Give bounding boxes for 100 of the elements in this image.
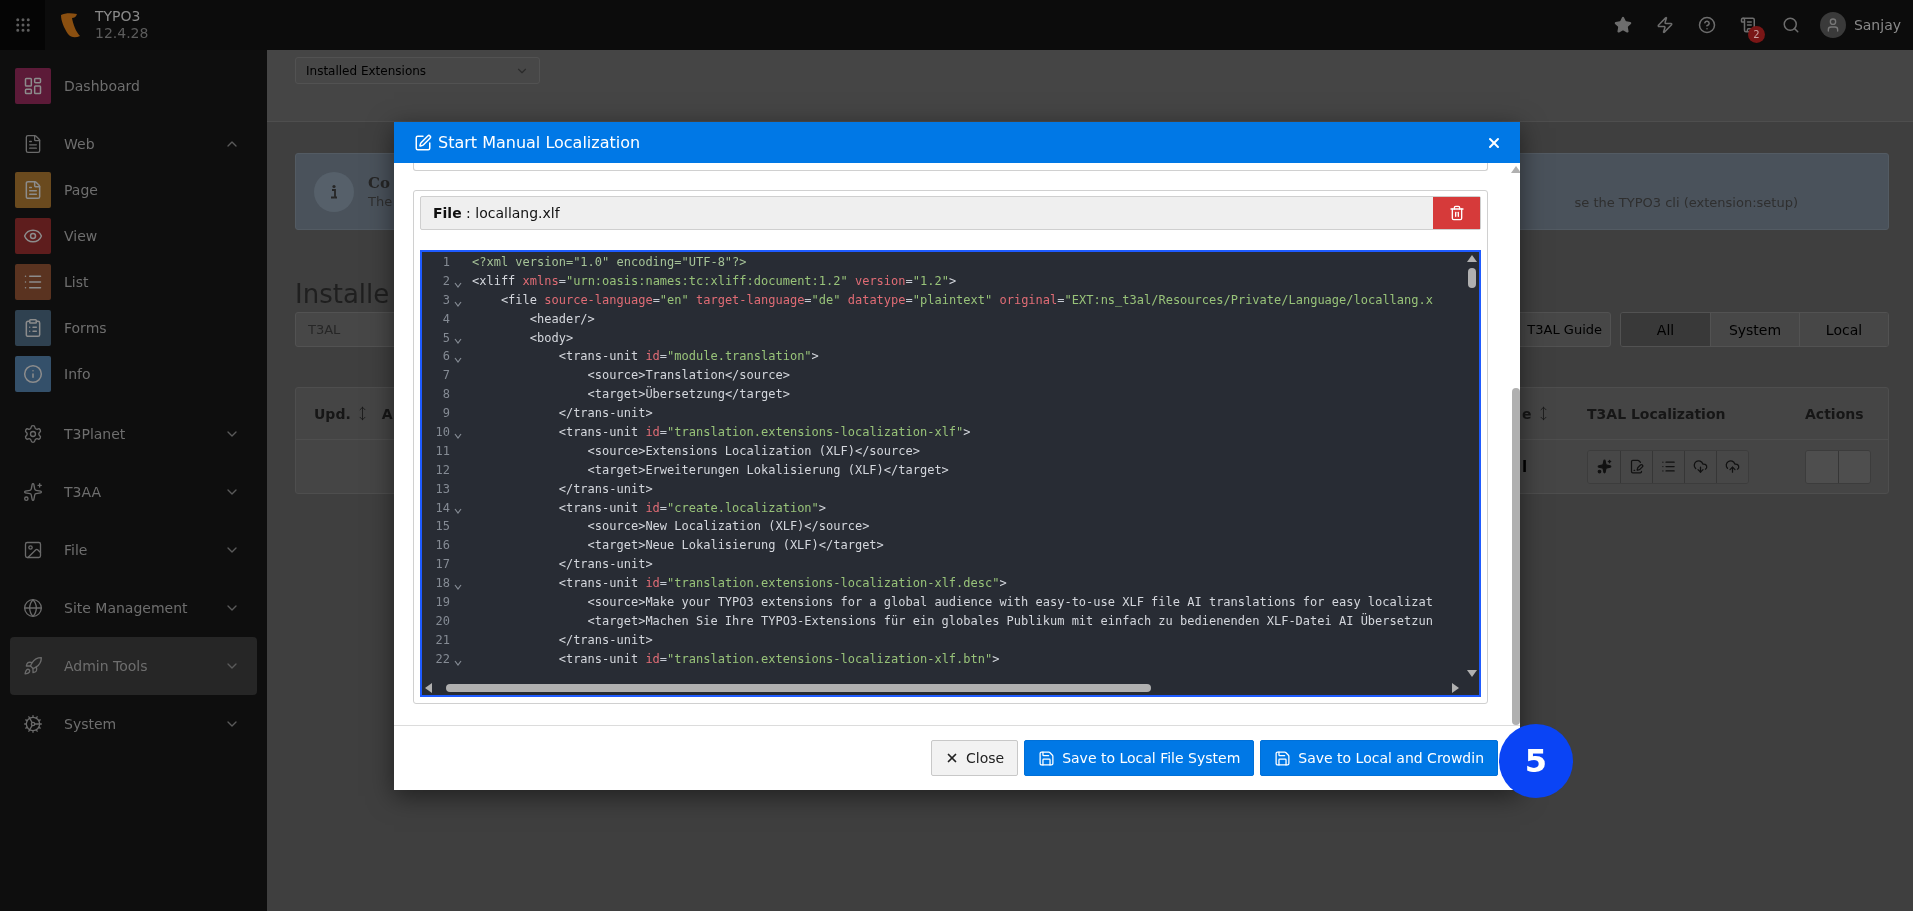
fold-chevron-icon[interactable]	[454, 432, 462, 439]
line-number: 2	[441, 272, 450, 290]
code-line: </trans-unit>	[557, 631, 653, 649]
fold-chevron-icon[interactable]	[454, 584, 462, 591]
sidebar-item[interactable]: Forms	[10, 305, 257, 351]
code-line: <header/>	[528, 310, 595, 328]
code-line: </trans-unit>	[557, 480, 653, 498]
line-number: 8	[441, 386, 450, 404]
code-line: <?xml version="1.0" encoding="UTF-8"?>	[472, 254, 747, 271]
code-line: <source>Translation</source>	[586, 367, 790, 385]
gear-icon	[23, 424, 43, 444]
code-line: <trans-unit id="create.localization">	[557, 499, 827, 517]
info-icon	[314, 171, 354, 212]
line-number: 10	[434, 424, 450, 441]
sidebar-item[interactable]: Dashboard	[10, 57, 257, 115]
code-line: <source>Make your TYPO3 extensions for a global audience with easy-to-use XLF file AI translations for easy localizat	[586, 594, 1433, 612]
globe-icon	[23, 598, 43, 618]
line-number: 20	[434, 612, 450, 630]
system-info-button[interactable]: 2	[1727, 0, 1770, 50]
code-line: <target>Erweiterungen Lokalisierung (XLF)</target>	[586, 461, 949, 479]
filter-tab[interactable]: Local	[1799, 313, 1888, 346]
close-button[interactable]: Close	[931, 740, 1019, 776]
sidebar-item[interactable]: T3Planet	[10, 405, 257, 463]
sidebar-item[interactable]: File	[10, 521, 257, 579]
code-line: <file source-language="en" target-language="de" datatype="plaintext" original="EXT:ns_t3al/Resources/Private/Language/locallang.x	[499, 291, 1433, 309]
code-line: </trans-unit>	[557, 405, 653, 423]
code-line: <source>Extensions Localization (XLF)</source>	[586, 442, 920, 460]
code-line: </trans-unit>	[557, 556, 653, 574]
document-icon	[23, 134, 43, 154]
fold-chevron-icon[interactable]	[454, 508, 462, 515]
version-label: 12.4.28	[95, 25, 149, 42]
line-number: 7	[441, 367, 450, 385]
cms-logo	[59, 11, 83, 39]
brand-name: TYPO3	[95, 8, 142, 25]
file-name-label: File : locallang.xlf	[432, 205, 560, 221]
line-number: 9	[441, 405, 450, 423]
fold-chevron-icon[interactable]	[454, 659, 462, 666]
code-line: <trans-unit id="translation.extensions-localization-xlf">	[557, 424, 971, 441]
line-number: 13	[434, 480, 450, 498]
grid-icon	[13, 16, 32, 34]
delete-button[interactable]	[1433, 197, 1480, 229]
line-number: 16	[434, 537, 450, 555]
edit-icon	[414, 133, 432, 152]
star-icon	[1613, 16, 1632, 34]
lightning-icon	[1655, 16, 1674, 34]
line-number: 4	[441, 310, 450, 328]
gear-icon	[23, 714, 43, 734]
sidebar-item[interactable]: Info	[10, 351, 257, 397]
avatar-icon	[1819, 12, 1846, 38]
line-number: 17	[434, 556, 450, 574]
sparkle-icon	[1596, 459, 1612, 474]
line-number: 21	[434, 631, 450, 649]
cloud-download-icon	[1693, 459, 1708, 474]
line-number: 18	[434, 575, 450, 593]
line-number: 1	[441, 254, 450, 271]
line-number: 14	[434, 499, 450, 517]
dialog-title: Start Manual Localization	[438, 133, 641, 152]
sparkle-icon	[23, 482, 43, 502]
filter-tab[interactable]: System	[1710, 313, 1799, 346]
sidebar-item[interactable]: T3AA	[10, 463, 257, 521]
code-line: <body>	[528, 329, 574, 347]
close-icon	[945, 751, 959, 765]
line-number: 22	[434, 650, 450, 668]
sidebar-item[interactable]: List	[10, 259, 257, 305]
fold-chevron-icon[interactable]	[454, 281, 462, 288]
save-button[interactable]: Save to Local File System	[1024, 740, 1255, 776]
edit-icon	[1629, 459, 1644, 474]
code-line: <trans-unit id="translation.extensions-localization-xlf.btn">	[557, 650, 1000, 668]
notification-badge: 2	[1747, 26, 1765, 43]
rocket-icon	[23, 656, 43, 676]
sidebar-item[interactable]: Site Management	[10, 579, 257, 637]
line-number: 3	[441, 291, 450, 309]
search-icon	[1781, 16, 1800, 34]
line-number: 11	[434, 442, 450, 460]
code-line: <target>Übersetzung</target>	[586, 385, 790, 404]
code-line: <target>Neue Lokalisierung (XLF)</target>	[586, 537, 884, 555]
code-line: <trans-unit id="module.translation">	[557, 348, 819, 366]
trash-icon	[1448, 205, 1465, 221]
view-select[interactable]: Installed Extensions	[295, 57, 540, 84]
image-icon	[23, 540, 43, 560]
line-number: 5	[441, 329, 450, 347]
cloud-upload-icon	[1725, 459, 1740, 474]
fold-chevron-icon[interactable]	[454, 300, 462, 307]
save-button[interactable]: Save to Local and Crowdin	[1260, 740, 1498, 776]
sidebar-item[interactable]: Admin Tools	[10, 637, 257, 695]
code-line: <source>New Localization (XLF)</source>	[586, 518, 870, 536]
code-line: <xliff xmlns="urn:oasis:names:tc:xliff:document:1.2" version="1.2">	[472, 272, 957, 290]
fold-chevron-icon[interactable]	[454, 357, 462, 364]
code-line: <trans-unit id="translation.extensions-localization-xlf.desc">	[557, 575, 1007, 593]
line-number: 15	[434, 518, 450, 536]
fold-chevron-icon[interactable]	[454, 338, 462, 345]
code-line: <target>Machen Sie Ihre TYPO3-Extensions für ein globales Publikum mit einfach zu bedienenden XLF-Datei AI Übersetzun	[586, 612, 1433, 630]
help-icon	[1697, 16, 1716, 34]
line-number: 12	[434, 461, 450, 479]
sidebar-item[interactable]: System	[10, 695, 257, 753]
sidebar-item[interactable]: View	[10, 213, 257, 259]
table-cell: l	[1522, 457, 1528, 476]
line-number: 6	[441, 348, 450, 366]
list-icon	[1661, 459, 1676, 474]
user-menu[interactable]: Sanjay	[1811, 0, 1913, 50]
